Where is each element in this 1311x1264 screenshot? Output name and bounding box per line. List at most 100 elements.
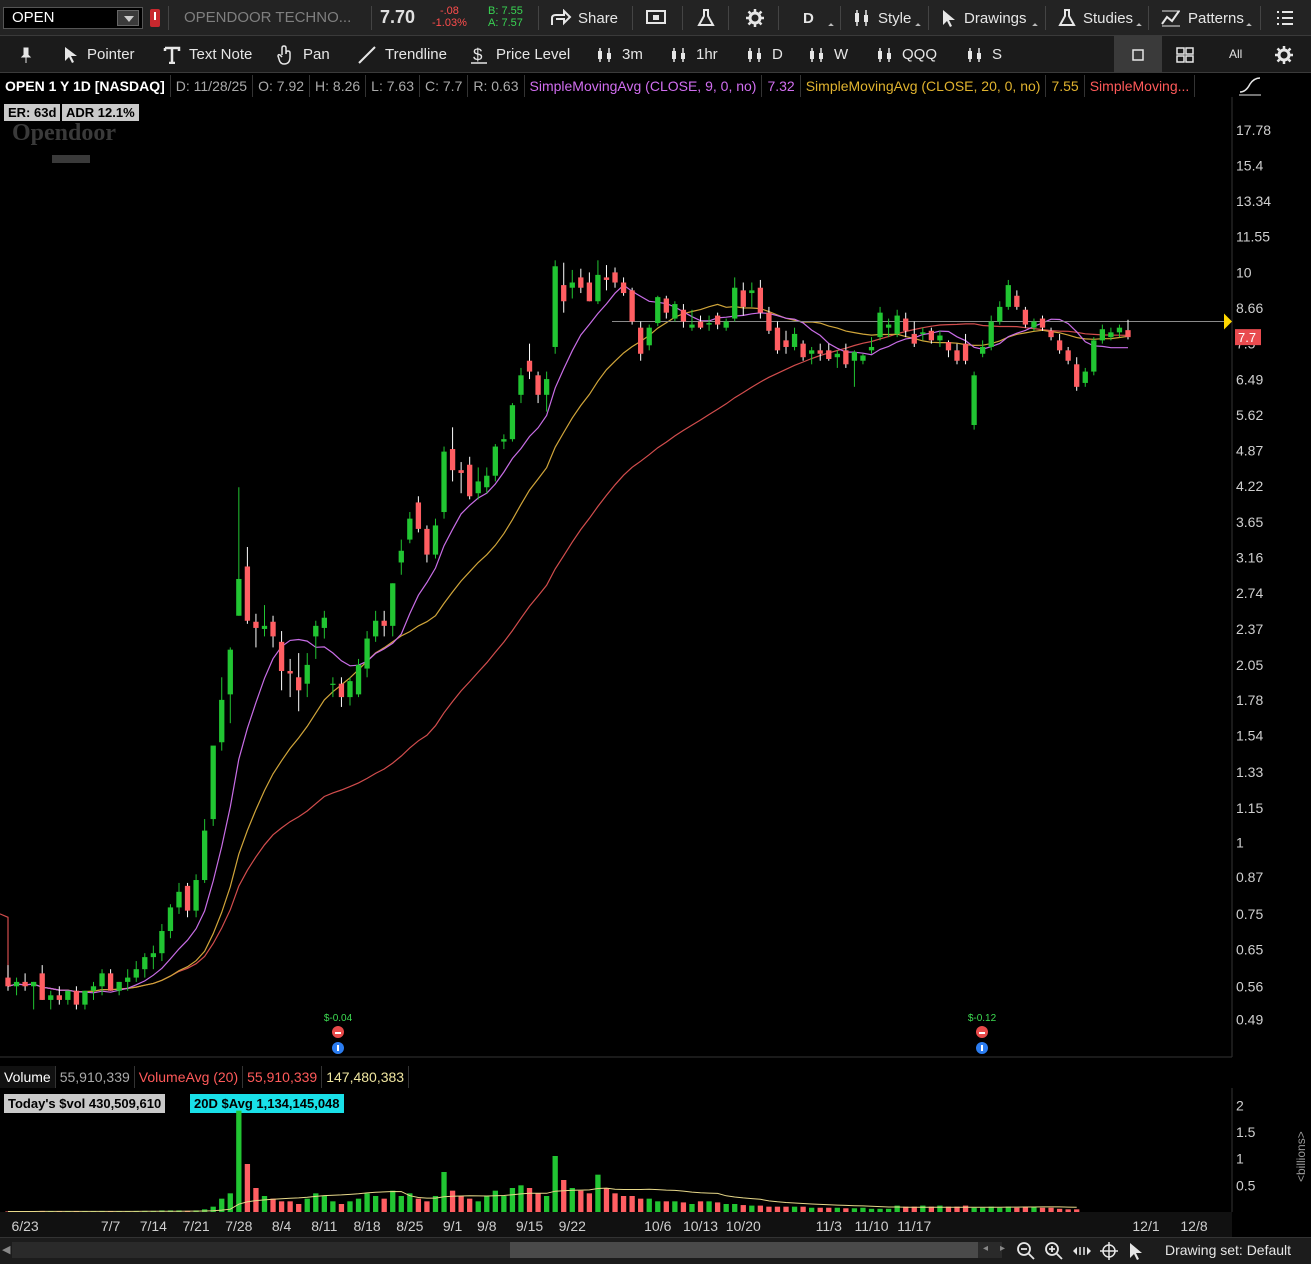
candle-up <box>398 550 404 563</box>
candle-up <box>492 446 498 476</box>
candle-up <box>210 745 216 820</box>
date-axis: 6/23 7/7 7/14 7/21 7/28 8/4 8/11 8/18 8/25 9/1 9/8… <box>0 1212 1232 1237</box>
candle-up <box>313 625 319 637</box>
zoom-out-icon[interactable] <box>1016 1241 1036 1264</box>
price-tick-label: 2.74 <box>1236 585 1263 601</box>
volume-title[interactable]: Volume <box>0 1066 56 1088</box>
ask-value: A: 7.57 <box>488 17 523 29</box>
chart-settings-button[interactable] <box>1274 45 1294 68</box>
volume-bar-up <box>791 1206 798 1212</box>
volume-chart[interactable]: 2 1.5 1 0.5 <billions> 6/23 7/7 7/14 7/21 7/28 8/… <box>0 1088 1311 1237</box>
timeframe-s[interactable]: S <box>966 36 1002 73</box>
timeframe-3m[interactable]: 3m <box>596 36 643 73</box>
candles <box>5 260 1131 1010</box>
patterns-label: Patterns <box>1188 9 1244 27</box>
bid-ask: B: 7.55 A: 7.57 <box>488 5 523 29</box>
style-button[interactable]: Style <box>852 0 911 36</box>
pointer-icon <box>65 46 77 63</box>
separator <box>682 6 683 30</box>
chart-title[interactable]: OPEN 1 Y 1D [NASDAQ] <box>0 75 171 97</box>
candle-down <box>680 309 687 322</box>
drawings-button[interactable]: Drawings <box>940 0 1027 36</box>
price-tick-label: 0.87 <box>1236 869 1263 885</box>
candle-down <box>603 277 610 280</box>
candle-down <box>561 285 567 302</box>
symbol-dropdown-button[interactable] <box>117 10 139 26</box>
price-tick-label: 4.87 <box>1236 443 1263 459</box>
drawing-set-selector[interactable]: Drawing set: Default <box>1165 1242 1291 1258</box>
settings-button[interactable] <box>745 0 765 36</box>
zoom-in-icon[interactable] <box>1044 1241 1064 1264</box>
volume-bar-down <box>1074 1209 1080 1212</box>
separator <box>632 6 633 30</box>
text-note-tool[interactable]: Text Note <box>163 36 252 73</box>
symbol-text: OPEN <box>12 9 55 26</box>
sma20-study-label[interactable]: SimpleMovingAvg (CLOSE, 20, 0, no) <box>801 75 1047 97</box>
candle-up <box>261 625 268 629</box>
price-tick-label: 8.66 <box>1236 300 1263 316</box>
sma9-study-label[interactable]: SimpleMovingAvg (CLOSE, 9, 0, no) <box>525 75 763 97</box>
candle-up <box>176 891 182 908</box>
share-button[interactable]: Share <box>550 0 618 36</box>
sma50-study-label[interactable]: SimpleMoving... <box>1085 75 1196 97</box>
monitor-button[interactable] <box>645 0 667 36</box>
menu-button[interactable] <box>1276 0 1294 36</box>
pin-button[interactable] <box>20 36 32 73</box>
trendline-tool[interactable]: Trendline <box>357 36 447 73</box>
patterns-button[interactable]: Patterns <box>1160 0 1244 36</box>
price-tick-label: 3.65 <box>1236 514 1263 530</box>
grid-layout-button[interactable] <box>1176 47 1194 66</box>
candle-up <box>851 352 858 361</box>
sma20-line <box>7 303 1129 993</box>
pan-tool[interactable]: Pan <box>277 36 330 73</box>
scroll-right-small-icon[interactable]: ▸ <box>1000 1243 1005 1254</box>
candle-up <box>167 907 174 932</box>
volume-bar-down <box>740 1205 746 1212</box>
gear-icon <box>746 9 764 27</box>
volume-bar-down <box>714 1202 721 1212</box>
text-icon <box>163 46 181 64</box>
candle-down <box>1048 330 1054 338</box>
candle-down <box>774 327 781 351</box>
candle-up <box>13 981 20 987</box>
autoscale-button[interactable] <box>1238 76 1262 99</box>
cursor-icon[interactable] <box>1127 1241 1145 1264</box>
all-layouts-button[interactable]: All <box>1229 47 1242 61</box>
studies-button[interactable]: Studies <box>1057 0 1133 36</box>
candle-up <box>475 481 481 494</box>
scroll-left-icon[interactable]: ◀ <box>2 1243 10 1256</box>
candle-up <box>65 990 71 1000</box>
candle-up <box>518 375 524 395</box>
scroll-left-small-icon[interactable]: ◂ <box>983 1243 988 1254</box>
share-label: Share <box>578 9 619 27</box>
top-toolbar: OPEN OPENDOOR TECHNO... 7.70 -.08 -1.03%… <box>0 0 1311 36</box>
pointer-tool[interactable]: Pointer <box>63 36 135 73</box>
crosshair-icon[interactable] <box>1099 1241 1119 1264</box>
volume-tick-label: 1 <box>1236 1151 1244 1167</box>
candle-down <box>1039 318 1046 328</box>
price-tick-label: 10 <box>1236 264 1252 280</box>
caret-icon <box>1246 23 1252 29</box>
volume-bar-up <box>236 1110 242 1212</box>
fit-horizontal-icon[interactable] <box>1072 1241 1092 1264</box>
alert-icon[interactable] <box>150 9 160 27</box>
scroll-thumb[interactable] <box>510 1242 978 1258</box>
timeframe-w[interactable]: W <box>808 36 848 73</box>
flask-button[interactable] <box>696 0 716 36</box>
volume-bar-up <box>398 1196 404 1212</box>
separator <box>928 6 929 30</box>
aggregation-button[interactable]: D <box>803 0 814 36</box>
timeframe-d[interactable]: D <box>746 36 783 73</box>
price-level-tool[interactable]: $ Price Level <box>470 36 570 73</box>
volume-avg-label[interactable]: VolumeAvg (20) <box>135 1066 244 1088</box>
studies-label: Studies <box>1083 9 1134 27</box>
single-layout-button[interactable] <box>1114 36 1162 73</box>
timeframe-1hr[interactable]: 1hr <box>670 36 718 73</box>
pointer-label: Pointer <box>87 46 135 63</box>
volume-bar-up <box>834 1207 840 1212</box>
date-tick-label: 9/15 <box>516 1218 543 1234</box>
candle-down <box>629 290 635 322</box>
timeframe-qqq[interactable]: QQQ <box>876 36 937 73</box>
candle-up <box>441 451 447 513</box>
bid-value: B: 7.55 <box>488 5 523 17</box>
